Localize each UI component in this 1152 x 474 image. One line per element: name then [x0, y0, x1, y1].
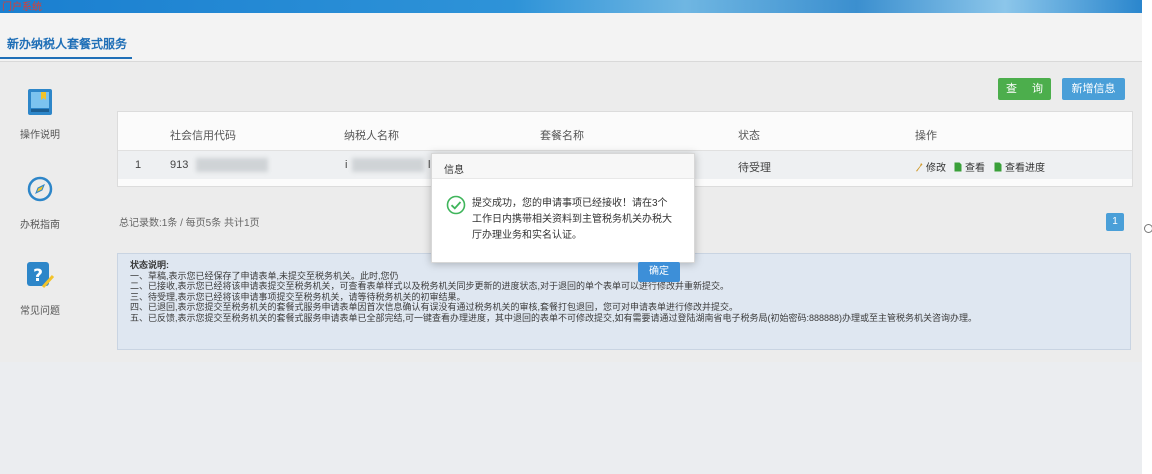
notes-line: 二、已接收,表示您已经将该申请表提交至税务机关，可查看表单样式以及税务机关同步更… — [130, 281, 730, 292]
info-dialog: 信息 提交成功，您的申请事项已经接收！请在3个工作日内携带相关资料到主管税务机关… — [431, 153, 695, 263]
app-window: 门户系统 新办纳税人套餐式服务 操作说明 办税指南 ? 常见问题 查 询 新增信… — [0, 0, 1142, 474]
sidebar-item-guide[interactable]: 办税指南 — [0, 176, 80, 231]
notes-line: 四、已退回,表示您提交至税务机关的套餐式服务申请表单因首次信息确认有误没有通过税… — [130, 302, 739, 313]
compass-icon — [27, 176, 53, 202]
edit-action-label: 修改 — [926, 163, 946, 174]
column-header-credit-code: 社会信用代码 — [170, 130, 236, 142]
view-progress-action-label: 查看进度 — [1005, 163, 1045, 174]
success-check-icon — [446, 195, 466, 215]
book-icon — [28, 89, 52, 115]
row-index: 1 — [135, 159, 142, 171]
status-cell: 待受理 — [738, 162, 771, 174]
dialog-ok-button[interactable]: 确定 — [638, 262, 680, 282]
document-icon — [994, 162, 1002, 172]
view-progress-action[interactable]: 查看进度 — [994, 159, 1045, 174]
credit-code-cell: 913 — [170, 159, 189, 171]
tab-bar: 新办纳税人套餐式服务 — [0, 13, 1142, 62]
add-info-button[interactable]: 新增信息 — [1062, 78, 1125, 100]
dialog-title: 信息 — [444, 165, 464, 176]
radio-button[interactable] — [1144, 224, 1152, 233]
sidebar-item-faq[interactable]: ? 常见问题 — [0, 260, 80, 317]
column-header-actions: 操作 — [915, 130, 937, 142]
notes-line: 五、已反馈,表示您提交至税务机关的套餐式服务申请表单已全部完结,可一键查看办理进… — [130, 312, 978, 323]
view-action-label: 查看 — [965, 163, 985, 174]
document-icon — [954, 162, 962, 172]
notes-line: 一、草稿,表示您已经保存了申请表单,未提交至税务机关。此时,您仍 — [130, 270, 399, 281]
status-notes: 状态说明: 一、草稿,表示您已经保存了申请表单,未提交至税务机关。此时,您仍 二… — [117, 253, 1131, 350]
column-header-status: 状态 — [738, 130, 760, 142]
query-button[interactable]: 查 询 — [998, 78, 1051, 100]
sidebar-item-label: 操作说明 — [20, 130, 60, 141]
redacted-taxpayer-name — [352, 158, 424, 172]
lower-area — [0, 362, 1142, 474]
tab-new-taxpayer-package[interactable]: 新办纳税人套餐式服务 — [0, 35, 132, 59]
column-header-taxpayer-name: 纳税人名称 — [344, 130, 399, 142]
page-button-1[interactable]: 1 — [1106, 213, 1124, 231]
notes-line: 三、待受理,表示您已经将该申请事项提交至税务机关，请等待税务机关的初审结果。 — [130, 291, 466, 302]
view-action[interactable]: 查看 — [954, 159, 985, 174]
svg-text:?: ? — [33, 266, 43, 286]
edit-action[interactable]: 修改 — [915, 159, 946, 174]
pager-summary: 总记录数:1条 / 每页5条 共计1页 — [119, 218, 260, 229]
sidebar-item-instructions[interactable]: 操作说明 — [0, 88, 80, 141]
dialog-message: 提交成功，您的申请事项已经接收！请在3个工作日内携带相关资料到主管税务机关办税大… — [472, 198, 672, 241]
dialog-header: 信息 — [432, 154, 694, 179]
redacted-credit-code — [196, 158, 268, 172]
sidebar-item-label: 办税指南 — [20, 220, 60, 231]
table-header: 社会信用代码 纳税人名称 套餐名称 状态 操作 — [118, 112, 1132, 150]
wrench-icon — [916, 163, 923, 172]
sidebar-item-label: 常见问题 — [20, 306, 60, 317]
question-icon: ? — [27, 262, 55, 289]
taxpayer-name-cell: i — [345, 159, 348, 171]
column-header-package-name: 套餐名称 — [540, 130, 584, 142]
banner-text: 门户系统 — [2, 2, 42, 13]
top-banner: 门户系统 — [0, 0, 1142, 13]
